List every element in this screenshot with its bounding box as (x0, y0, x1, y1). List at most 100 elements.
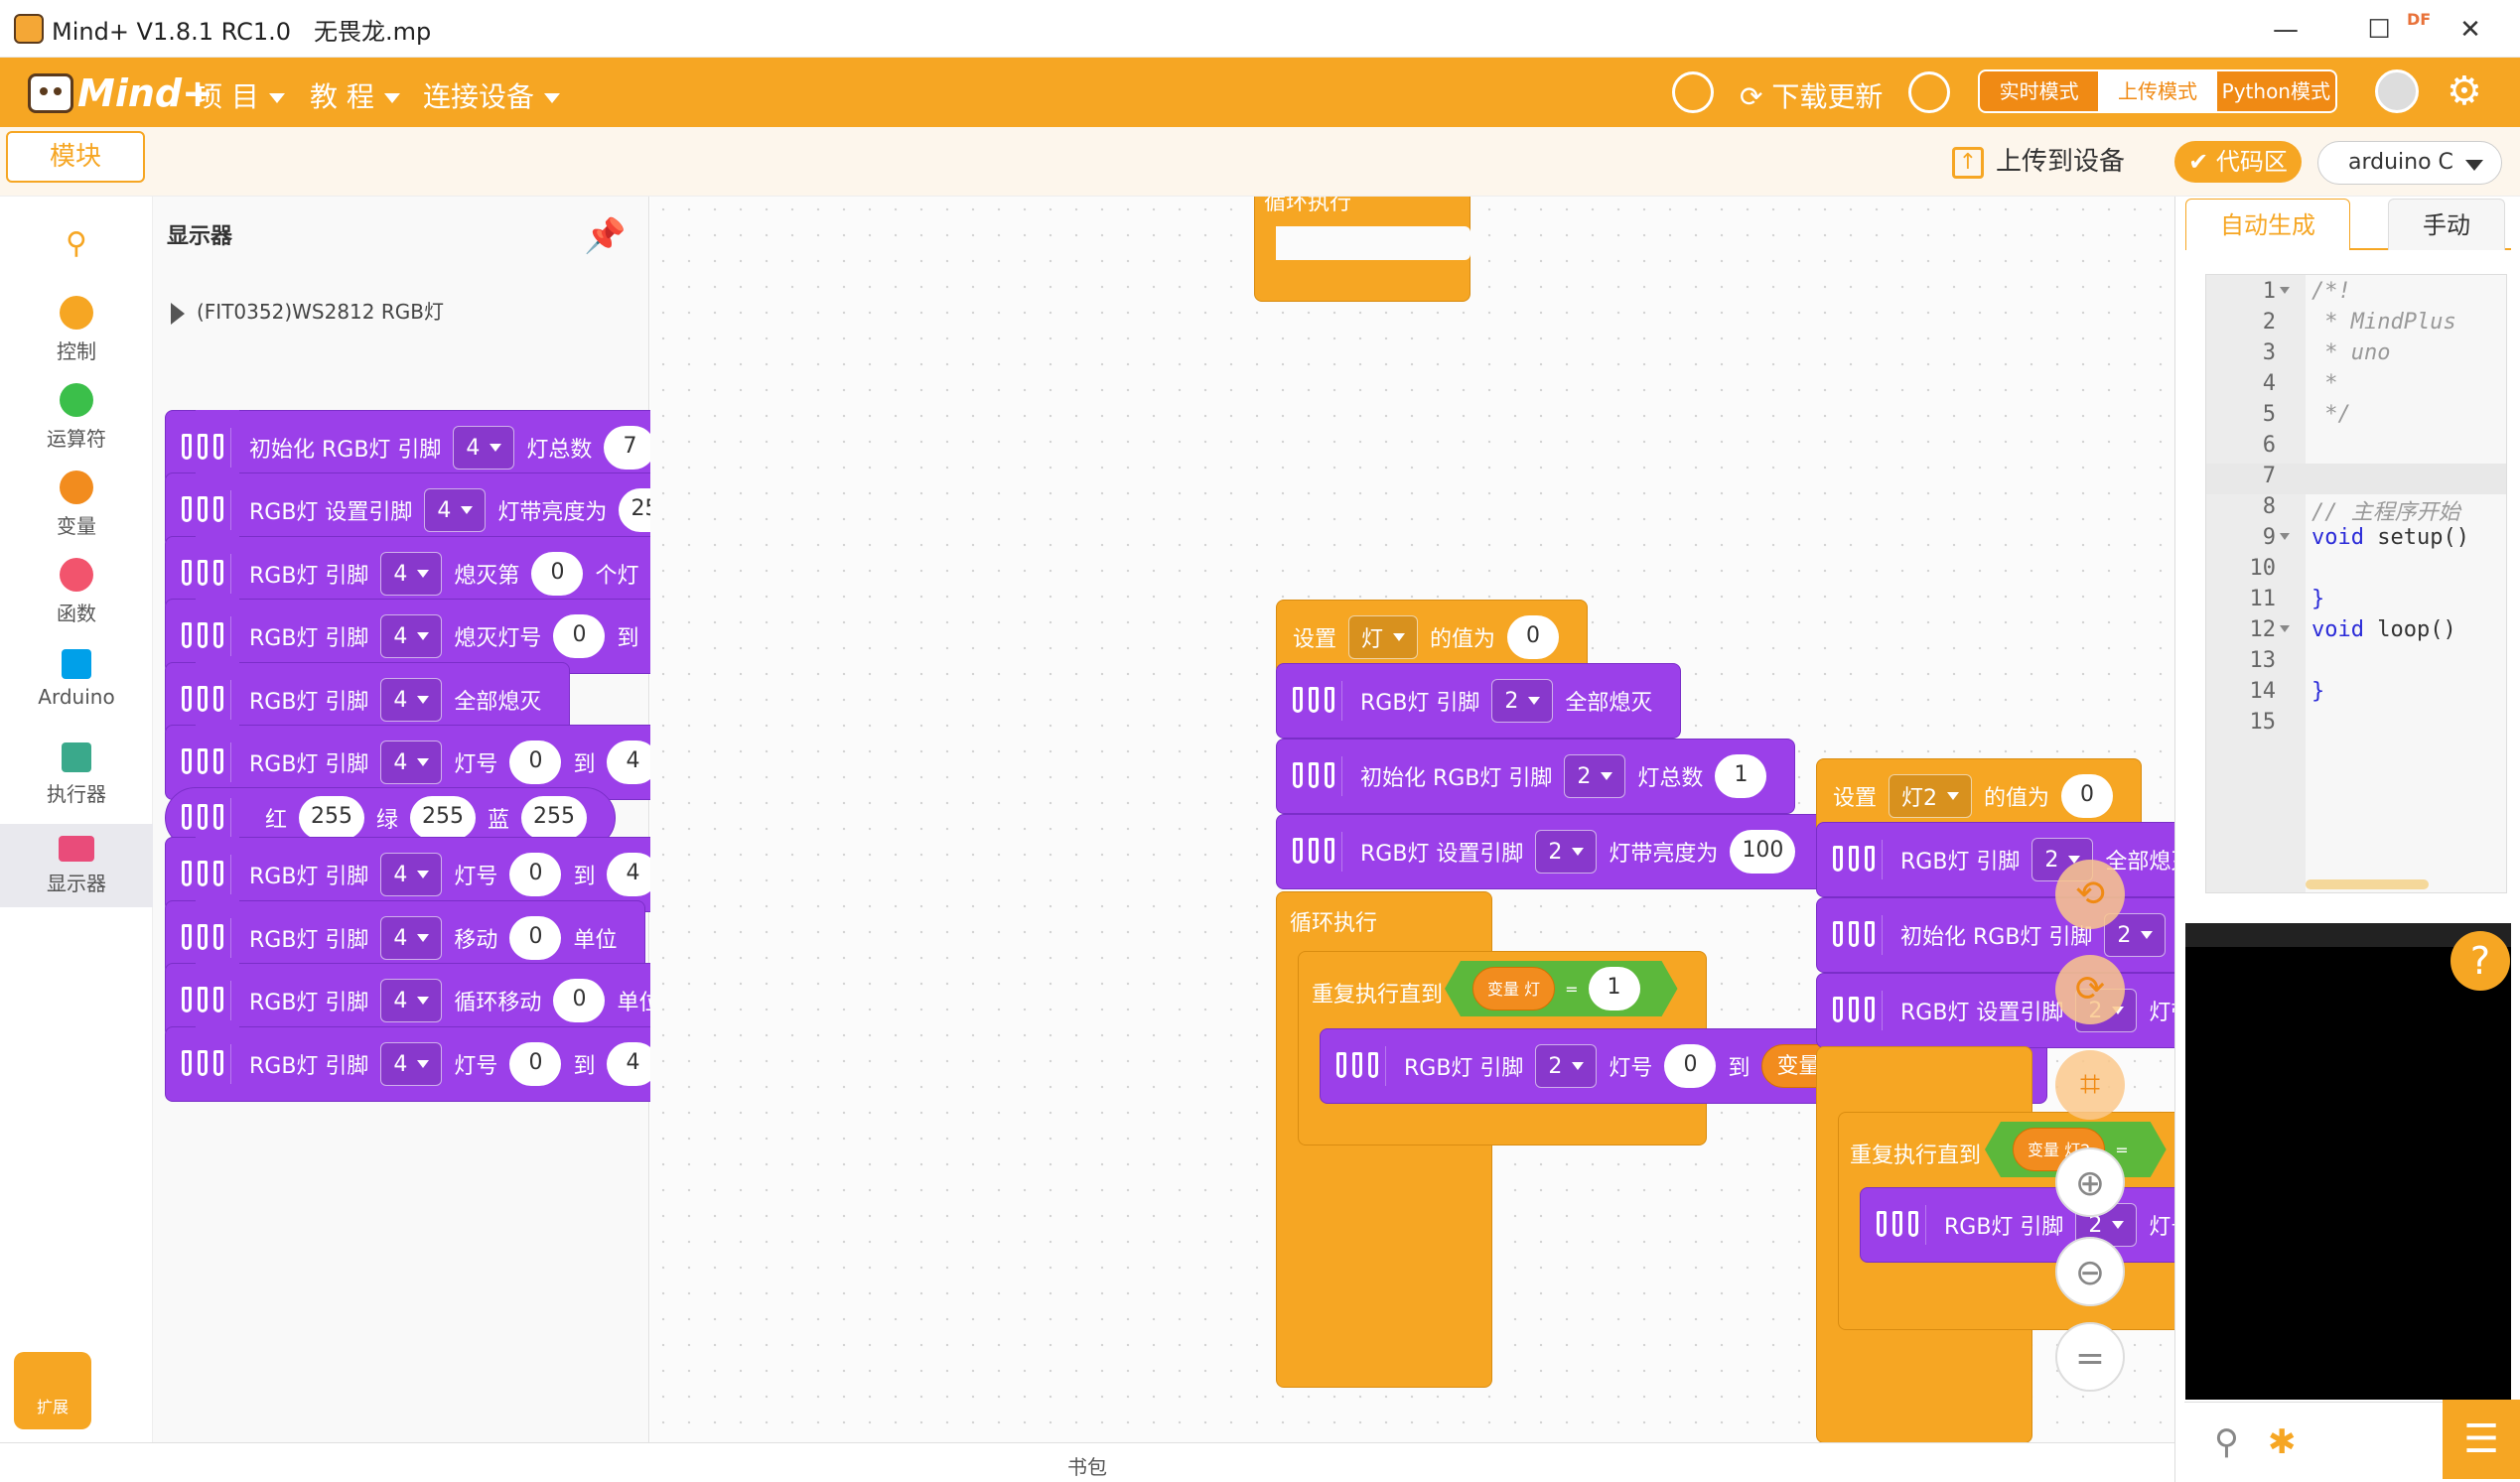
script-block[interactable]: RGB灯 设置引脚 2 灯带亮度为 100 (1276, 814, 1825, 889)
menu-connect-device[interactable]: 连接设备 (423, 75, 561, 115)
number-input[interactable]: 255 (521, 796, 588, 840)
help-button[interactable]: ? (2450, 931, 2510, 991)
zoom-out-button[interactable]: ⊖ (2055, 1237, 2125, 1306)
number-input[interactable]: 0 (509, 741, 562, 784)
pin-icon[interactable]: 📌 (584, 216, 626, 256)
code-text: /*! (2311, 279, 2351, 304)
number-input[interactable]: 0 (509, 853, 562, 896)
code-line: 12 void loop() (2206, 617, 2506, 648)
category-variables[interactable]: 变量 (0, 471, 153, 539)
download-update-button[interactable]: ⟳ 下载更新 (1740, 75, 1883, 115)
code-area-toggle[interactable]: ✔ 代码区 (2174, 141, 2302, 183)
number-input[interactable]: 1 (1589, 967, 1640, 1010)
script-canvas[interactable]: 循环执行 设置灯的值为 0 RGB灯 引脚 2 全部熄灭 初始化 RGB灯 引脚 2 灯总数 1 R… (650, 197, 2174, 1442)
pin-dropdown[interactable]: 2 (1491, 679, 1554, 723)
script-block[interactable]: RGB灯 引脚 2 全部熄灭 (1276, 663, 1682, 739)
number-input[interactable]: 0 (509, 916, 562, 960)
serial-monitor[interactable] (2185, 923, 2511, 1400)
number-input[interactable]: 0 (509, 1042, 562, 1086)
rgb-led-icon (1827, 991, 1883, 1030)
feedback-icon[interactable] (1908, 71, 1950, 113)
connect-icon[interactable]: ✱ (2268, 1422, 2297, 1462)
mode-python[interactable]: Python模式 (2217, 71, 2335, 111)
number-input[interactable]: 100 (1730, 830, 1796, 874)
pin-dropdown[interactable]: 2 (1535, 830, 1598, 874)
block-label: 灯号 (1609, 1056, 1653, 1081)
pin-dropdown[interactable]: 4 (380, 1042, 443, 1086)
tab-modules[interactable]: 模块 (6, 131, 145, 183)
category-arduino[interactable]: Arduino (0, 649, 153, 709)
user-avatar[interactable] (2375, 69, 2419, 113)
number-input[interactable]: 0 (553, 979, 606, 1022)
pin-dropdown[interactable]: 4 (380, 979, 443, 1022)
mode-realtime[interactable]: 实时模式 (1980, 71, 2098, 111)
number-input[interactable]: 0 (1664, 1044, 1717, 1088)
undo-button[interactable]: ⟲ (2055, 860, 2125, 929)
number-input[interactable]: 1 (1715, 754, 1767, 798)
condition-equals[interactable]: 变量 灯 = 1 (1445, 961, 1678, 1016)
redo-button[interactable]: ⟳ (2055, 955, 2125, 1024)
number-input[interactable]: 255 (299, 796, 365, 840)
pin-dropdown[interactable]: 4 (424, 488, 487, 532)
pin-dropdown[interactable]: 4 (380, 741, 443, 784)
script-block[interactable]: RGB灯 引脚2灯号 (1860, 1187, 2174, 1263)
backpack-bar[interactable]: 书包 (0, 1442, 2174, 1482)
horizontal-scrollbar[interactable] (2306, 879, 2429, 889)
code-line: 8 // 主程序开始 (2206, 494, 2506, 525)
category-display[interactable]: 显示器 (0, 824, 153, 907)
tab-auto-generate[interactable]: 自动生成 (2185, 199, 2350, 250)
pin-dropdown[interactable]: 灯2 (1889, 774, 1973, 818)
category-actuators[interactable]: 执行器 (0, 742, 153, 807)
menu-tutorial[interactable]: 教 程 (310, 75, 400, 115)
pin-dropdown[interactable]: 2 (1564, 754, 1626, 798)
extension-button[interactable]: 扩展 (14, 1352, 91, 1429)
search-icon[interactable]: ⚲ (0, 226, 153, 261)
rgb-led-icon (176, 490, 231, 530)
number-input[interactable]: 0 (553, 614, 606, 658)
variable-reporter[interactable]: 变量 灯 (1472, 967, 1555, 1010)
palette-group[interactable]: (FIT0352)WS2812 RGB灯 (171, 296, 444, 325)
app-icon (14, 14, 44, 44)
loop-label: 循环执行 (1264, 197, 1352, 215)
block-label: RGB灯 设置引脚 (249, 500, 413, 525)
dashboard-icon[interactable] (1672, 71, 1714, 113)
gear-icon[interactable]: ⚙ (2447, 67, 2482, 115)
fold-icon[interactable] (2280, 625, 2290, 632)
close-button[interactable]: ✕ (2450, 10, 2490, 50)
zoom-in-button[interactable]: ⊕ (2055, 1147, 2125, 1217)
pin-dropdown[interactable]: 4 (380, 678, 443, 722)
code-editor[interactable]: 1/*! 2 * MindPlus 3 * uno 4 * 5 */6 7 8// 主程序开… (2205, 274, 2507, 893)
crop-icon[interactable]: ⌗ (2055, 1050, 2125, 1120)
pin-dropdown[interactable]: 4 (380, 552, 443, 596)
board-select[interactable]: arduino C (2317, 141, 2502, 185)
number-input[interactable]: 7 (604, 426, 656, 470)
list-icon[interactable]: ☰ (2443, 1400, 2520, 1479)
maximize-button[interactable]: ☐ (2359, 10, 2399, 50)
number-input[interactable]: 255 (410, 796, 477, 840)
pin-dropdown[interactable]: 2 (1535, 1044, 1598, 1088)
zoom-reset-button[interactable]: = (2055, 1322, 2125, 1392)
usb-icon[interactable]: ⚲ (2214, 1422, 2239, 1462)
tab-manual[interactable]: 手动 (2388, 199, 2505, 250)
upload-to-device-button[interactable]: ↑ 上传到设备 (1952, 141, 2125, 179)
pin-dropdown[interactable]: 4 (380, 916, 443, 960)
pin-dropdown[interactable]: 4 (453, 426, 515, 470)
script-block[interactable]: 初始化 RGB灯 引脚 2 灯总数 1 (1276, 739, 1796, 814)
category-operators[interactable]: 运算符 (0, 383, 153, 452)
pin-dropdown[interactable]: 4 (380, 614, 443, 658)
category-functions[interactable]: 函数 (0, 558, 153, 626)
fold-icon[interactable] (2280, 533, 2290, 540)
number-input[interactable]: 0 (2061, 774, 2114, 818)
pin-dropdown[interactable]: 4 (380, 853, 443, 896)
block-label: RGB灯 引脚 (249, 564, 369, 589)
category-control[interactable]: 控制 (0, 296, 153, 364)
number-input[interactable]: 0 (1507, 615, 1560, 659)
minimize-button[interactable]: — (2266, 10, 2306, 50)
pin-dropdown[interactable]: 灯 (1348, 615, 1419, 659)
rgb-led-icon (176, 918, 231, 958)
fold-icon[interactable] (2280, 287, 2290, 294)
number-input[interactable]: 0 (531, 552, 584, 596)
menu-project[interactable]: 项 目 (195, 75, 285, 115)
mode-upload[interactable]: 上传模式 (2098, 71, 2217, 111)
block-label: 灯带 (2149, 1001, 2174, 1025)
